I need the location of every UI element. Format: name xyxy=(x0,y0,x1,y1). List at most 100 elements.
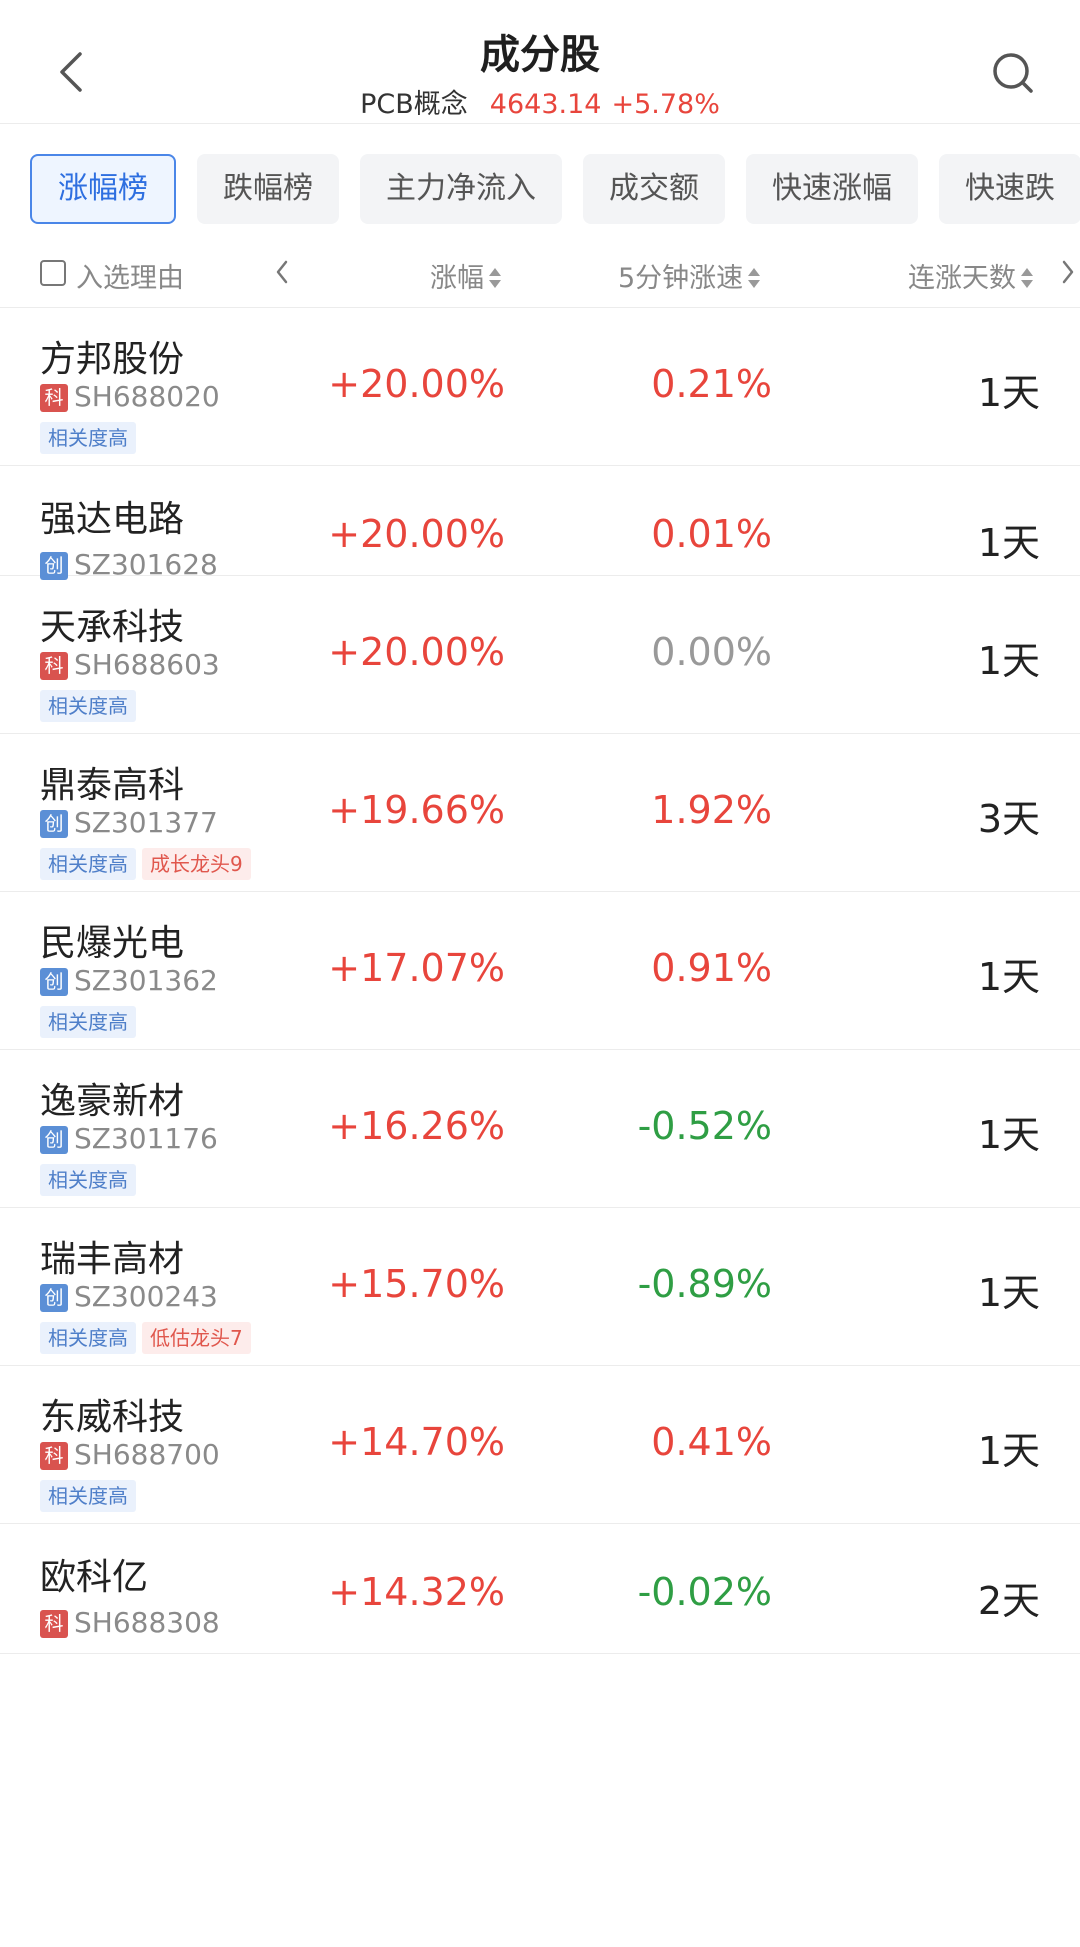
column-speed[interactable]: 5分钟涨速 xyxy=(618,256,761,295)
page-title: 成分股 xyxy=(480,32,600,78)
tag-list: 相关度高 xyxy=(40,1006,142,1038)
reason-tag: 成长龙头9 xyxy=(142,848,251,880)
stock-name: 东威科技 xyxy=(40,1397,185,1438)
tag-list: 相关度高 xyxy=(40,1164,142,1196)
table-row[interactable]: 东威科技科 SH688700 +14.70% 0.41% 1天 相关度高 xyxy=(0,1366,1080,1524)
consecutive-days: 1天 xyxy=(977,521,1040,565)
speed-percent: -0.02% xyxy=(637,1570,772,1614)
sort-icon xyxy=(748,268,761,288)
consecutive-days: 2天 xyxy=(977,1579,1040,1623)
column-header: 入选理由 涨幅 5分钟涨速 连涨天数 xyxy=(0,246,1080,308)
consecutive-days: 1天 xyxy=(977,371,1040,415)
reason-tag: 相关度高 xyxy=(40,690,136,722)
board-badge: 科 xyxy=(40,384,68,412)
tag-list: 相关度高 xyxy=(40,1480,142,1512)
tag-list: 相关度高 成长龙头9 xyxy=(40,848,257,880)
reason-tag: 相关度高 xyxy=(40,1480,136,1512)
speed-percent: 0.01% xyxy=(651,512,772,556)
board-badge: 科 xyxy=(40,1610,68,1638)
sort-icon xyxy=(1021,268,1033,288)
reason-tag: 相关度高 xyxy=(40,1006,136,1038)
table-row[interactable]: 瑞丰高材创 SZ300243 +15.70% -0.89% 1天相关度高 低估龙头7 xyxy=(0,1208,1080,1366)
chevron-left-icon[interactable] xyxy=(272,252,292,292)
stock-code: SZ301362 xyxy=(74,964,218,997)
stock-code: SZ301377 xyxy=(74,806,218,839)
stock-name: 民爆光电 xyxy=(40,923,185,964)
tab-5[interactable]: 快速跌 xyxy=(939,154,1080,224)
concept-summary: PCB概念 4643.14 +5.78% xyxy=(0,82,1080,121)
consecutive-days: 1天 xyxy=(977,1113,1040,1157)
change-percent: +15.70% xyxy=(328,1262,505,1306)
change-percent: +16.26% xyxy=(328,1104,505,1148)
concept-name: PCB概念 xyxy=(360,89,468,120)
board-badge: 创 xyxy=(40,1126,68,1154)
board-badge: 科 xyxy=(40,652,68,680)
table-row[interactable]: 鼎泰高科创 SZ301377 +19.66% 1.92% 3天 相关度高 成长龙头9 xyxy=(0,734,1080,892)
reason-tag: 相关度高 xyxy=(40,1322,136,1354)
table-row[interactable]: 逸豪新材创 SZ301176 +16.26% -0.52% 1天相关度高 xyxy=(0,1050,1080,1208)
stock-code: SH688020 xyxy=(74,380,220,413)
reason-tag: 相关度高 xyxy=(40,422,136,454)
table-row[interactable]: 方邦股份科 SH688020 +20.00% 0.21% 1天相关度高 xyxy=(0,308,1080,466)
consecutive-days: 1天 xyxy=(977,1429,1040,1473)
speed-percent: 0.21% xyxy=(651,362,772,406)
stock-name: 鼎泰高科 xyxy=(40,765,185,806)
speed-percent: -0.89% xyxy=(637,1262,772,1306)
reason-tag: 相关度高 xyxy=(40,1164,136,1196)
ranking-tabs: 涨幅榜 跌幅榜 主力净流入 成交额 快速涨幅 快速跌 xyxy=(30,154,1080,226)
change-percent: +14.32% xyxy=(328,1570,505,1614)
board-badge: 科 xyxy=(40,1442,68,1470)
tab-2[interactable]: 主力净流入 xyxy=(360,154,562,224)
tab-0[interactable]: 涨幅榜 xyxy=(30,154,176,224)
table-row[interactable]: 天承科技科 SH688603 +20.00% 0.00% 1天相关度高 xyxy=(0,576,1080,734)
change-percent: +14.70% xyxy=(328,1420,505,1464)
stock-code: SH688700 xyxy=(74,1438,220,1471)
tab-3[interactable]: 成交额 xyxy=(583,154,725,224)
table-row[interactable]: 欧科亿科 SH688308 +14.32% -0.02% 2天 xyxy=(0,1524,1080,1654)
tag-list: 相关度高 xyxy=(40,690,142,722)
column-days[interactable]: 连涨天数 xyxy=(908,256,1034,295)
speed-percent: 1.92% xyxy=(651,788,772,832)
column-speed-label: 5分钟涨速 xyxy=(618,263,744,294)
stock-name: 天承科技 xyxy=(40,607,185,648)
consecutive-days: 1天 xyxy=(977,639,1040,683)
stock-name: 方邦股份 xyxy=(40,339,185,380)
reason-tag: 低估龙头7 xyxy=(142,1322,251,1354)
checkbox-icon[interactable] xyxy=(40,260,66,286)
consecutive-days: 1天 xyxy=(977,1271,1040,1315)
table-row[interactable]: 强达电路创 SZ301628 +20.00% 0.01% 1天 xyxy=(0,466,1080,581)
table-row[interactable]: 民爆光电创 SZ301362 +17.07% 0.91% 1天相关度高 xyxy=(0,892,1080,1050)
tab-4[interactable]: 快速涨幅 xyxy=(746,154,918,224)
stock-code: SH688603 xyxy=(74,648,220,681)
change-percent: +17.07% xyxy=(328,946,505,990)
stock-name: 逸豪新材 xyxy=(40,1081,185,1122)
column-change-label: 涨幅 xyxy=(430,263,484,294)
column-change[interactable]: 涨幅 xyxy=(430,256,502,295)
change-percent: +20.00% xyxy=(328,362,505,406)
chevron-right-icon[interactable] xyxy=(1058,252,1078,292)
speed-percent: 0.91% xyxy=(651,946,772,990)
stock-code: SH688308 xyxy=(74,1606,220,1639)
change-percent: +20.00% xyxy=(328,512,505,556)
speed-percent: 0.00% xyxy=(651,630,772,674)
stock-list: 方邦股份科 SH688020 +20.00% 0.21% 1天 相关度高 强达电路创 SZ30… xyxy=(0,308,1080,1654)
board-badge: 创 xyxy=(40,1284,68,1312)
column-reason[interactable]: 入选理由 xyxy=(76,256,184,295)
change-percent: +19.66% xyxy=(328,788,505,832)
search-icon[interactable] xyxy=(990,50,1036,96)
tab-1[interactable]: 跌幅榜 xyxy=(197,154,339,224)
column-days-label: 连涨天数 xyxy=(908,263,1016,294)
stock-code: SZ300243 xyxy=(74,1280,218,1313)
concept-index-value: 4643.14 xyxy=(489,89,602,120)
stock-name: 瑞丰高材 xyxy=(40,1239,185,1280)
change-percent: +20.00% xyxy=(328,630,505,674)
stock-name: 强达电路 xyxy=(40,499,185,540)
tag-list: 相关度高 低估龙头7 xyxy=(40,1322,257,1354)
top-bar: 成分股 PCB概念 4643.14 +5.78% xyxy=(0,0,1080,124)
consecutive-days: 1天 xyxy=(977,955,1040,999)
stock-code: SZ301176 xyxy=(74,1122,218,1155)
board-badge: 创 xyxy=(40,968,68,996)
stock-name: 欧科亿 xyxy=(40,1557,149,1598)
sort-icon xyxy=(489,268,501,288)
speed-percent: -0.52% xyxy=(637,1104,772,1148)
